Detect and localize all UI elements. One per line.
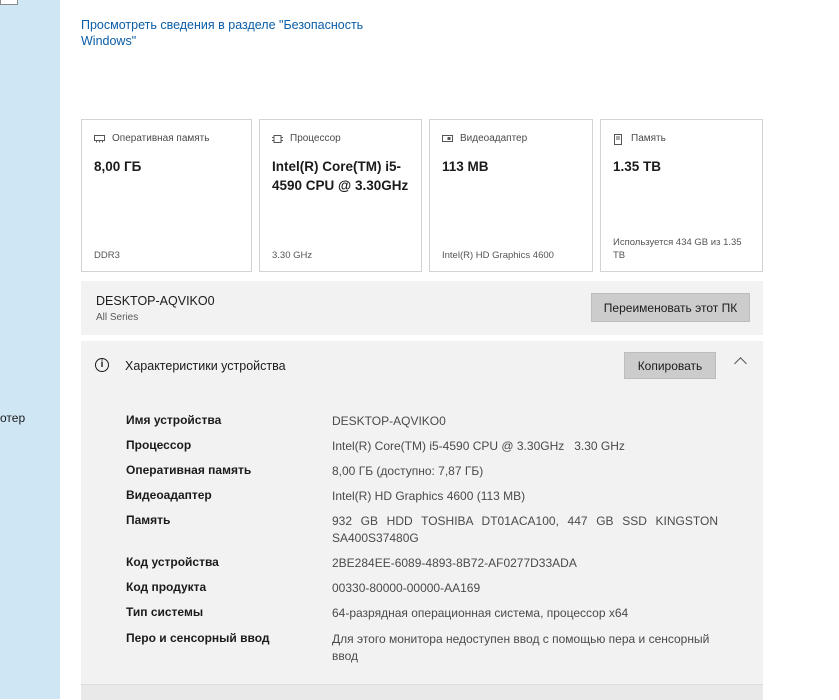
card-value: Intel(R) Core(TM) i5-4590 CPU @ 3.30GHz: [272, 159, 409, 193]
spec-label: Процессор: [126, 438, 192, 452]
copy-button[interactable]: Копировать: [624, 352, 716, 379]
card-title: Процессор: [290, 133, 341, 144]
card-subtext: Используется 434 GB из 1.35 TB: [613, 237, 742, 261]
sidebar-item-label[interactable]: отер: [0, 411, 25, 425]
card-cpu: Процессор Intel(R) Core(TM) i5-4590 CPU …: [259, 119, 422, 272]
spec-label: Код продукта: [126, 580, 207, 594]
spec-value: 8,00 ГБ (доступно: 7,87 ГБ): [332, 464, 484, 478]
spec-label: Перо и сенсорный ввод: [126, 631, 270, 645]
storage-icon: [613, 134, 624, 145]
card-title: Память: [631, 133, 666, 144]
card-value: 113 MB: [442, 159, 489, 174]
info-icon: i: [95, 358, 109, 372]
gpu-icon: [442, 134, 453, 143]
spec-label: Тип системы: [126, 605, 204, 619]
spec-value: 00330-80000-00000-AA169: [332, 581, 481, 595]
spec-label: Имя устройства: [126, 413, 222, 427]
card-value: 8,00 ГБ: [94, 159, 142, 174]
spec-value: Intel(R) Core(TM) i5-4590 CPU @ 3.30GHz …: [332, 439, 625, 453]
ram-icon: [94, 134, 105, 143]
card-subtext: Intel(R) HD Graphics 4600: [442, 250, 554, 261]
spec-value: 932 GB HDD TOSHIBA DT01ACA100, 447 GB SS…: [332, 514, 718, 545]
pc-name-panel: DESKTOP-AQVIKO0 All Series Переименовать…: [81, 281, 763, 335]
card-ram: Оперативная память 8,00 ГБ DDR3: [81, 119, 252, 272]
card-title: Оперативная память: [112, 133, 210, 144]
spec-label: Память: [126, 513, 171, 527]
card-gpu: Видеоадаптер 113 MB Intel(R) HD Graphics…: [429, 119, 593, 272]
device-specs-title: Характеристики устройства: [125, 359, 286, 373]
card-title: Видеоадаптер: [460, 133, 528, 144]
spec-value: 64-разрядная операционная система, проце…: [332, 606, 629, 620]
card-subtext: 3.30 GHz: [272, 250, 313, 261]
spec-label: Код устройства: [126, 555, 219, 569]
device-specs-panel: i Характеристики устройства Копировать И…: [81, 341, 763, 699]
chevron-up-icon[interactable]: [734, 357, 747, 370]
card-storage: Память 1.35 TB Используется 434 GB из 1.…: [600, 119, 763, 272]
spec-value: 2BE284EE-6089-4893-8B72-AF0277D33ADA: [332, 556, 577, 570]
security-settings-link[interactable]: Просмотреть сведения в разделе "Безопасн…: [81, 17, 381, 49]
spec-label: Видеоадаптер: [126, 488, 212, 502]
cpu-icon: [272, 134, 283, 143]
rename-pc-button[interactable]: Переименовать этот ПК: [591, 293, 750, 322]
next-section-edge: [81, 684, 763, 700]
sidebar-window-fragment: [0, 0, 18, 5]
spec-label: Оперативная память: [126, 463, 252, 477]
spec-value: Intel(R) HD Graphics 4600 (113 MB): [332, 489, 526, 503]
card-subtext: DDR3: [94, 250, 120, 261]
device-specs-header[interactable]: i Характеристики устройства Копировать: [81, 341, 763, 391]
spec-value: Для этого монитора недоступен ввод с пом…: [332, 632, 710, 663]
card-value: 1.35 TB: [613, 159, 662, 174]
pc-series: All Series: [96, 312, 139, 323]
pc-name: DESKTOP-AQVIKO0: [96, 294, 215, 308]
spec-value: DESKTOP-AQVIKO0: [332, 414, 446, 428]
sidebar: отер: [0, 0, 60, 699]
